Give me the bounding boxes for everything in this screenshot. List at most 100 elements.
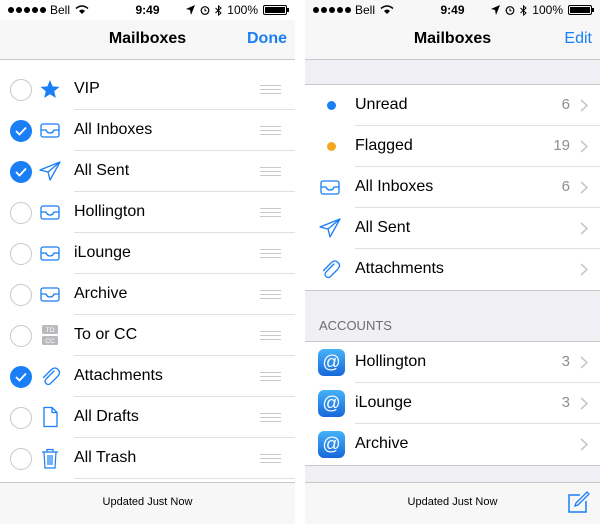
bluetooth-icon — [520, 4, 528, 16]
mailbox-edit-row-vip[interactable]: VIP — [0, 69, 295, 110]
inbox-tray-icon — [39, 201, 61, 223]
reorder-handle-icon[interactable] — [260, 454, 281, 466]
checked-circle-icon[interactable] — [10, 366, 32, 388]
nav-bar: Mailboxes Edit — [305, 20, 600, 60]
to-cc-icon: TO CC — [39, 324, 61, 346]
battery-icon — [568, 5, 594, 15]
reorder-handle-icon[interactable] — [260, 331, 281, 343]
account-row-hollington[interactable]: @ Hollington 3 — [305, 342, 600, 383]
reorder-handle-icon[interactable] — [260, 167, 281, 179]
mailbox-label: Flagged — [355, 137, 413, 154]
account-label: Hollington — [355, 353, 427, 370]
chevron-right-icon — [580, 140, 588, 153]
chevron-right-icon — [580, 222, 588, 235]
mailbox-edit-row-archive[interactable]: Archive — [0, 274, 295, 315]
svg-text:TO: TO — [46, 327, 55, 334]
mailbox-row-all-inboxes[interactable]: All Inboxes 6 — [305, 167, 600, 208]
account-label: iLounge — [355, 394, 412, 411]
bluetooth-icon — [215, 4, 223, 16]
inbox-tray-icon — [319, 176, 343, 200]
alarm-icon — [200, 6, 210, 15]
account-label: Archive — [355, 435, 409, 452]
unread-count: 6 — [561, 96, 570, 113]
inbox-tray-icon — [39, 119, 61, 141]
chevron-right-icon — [580, 99, 588, 112]
bottom-toolbar: Updated Just Now — [305, 482, 600, 524]
inbox-tray-icon — [39, 242, 61, 264]
mailbox-row-flagged[interactable]: Flagged 19 — [305, 126, 600, 167]
document-icon — [39, 406, 61, 428]
location-icon — [186, 5, 196, 15]
mailbox-label: All Inboxes — [74, 121, 153, 138]
mailbox-label: All Inboxes — [355, 178, 434, 195]
mailbox-edit-row-all-drafts[interactable]: All Drafts — [0, 397, 295, 438]
paperclip-icon — [39, 365, 61, 387]
unchecked-circle-icon[interactable] — [10, 448, 32, 470]
mailbox-edit-row-all-sent[interactable]: All Sent — [0, 151, 295, 192]
battery-percent: 100% — [532, 3, 563, 17]
reorder-handle-icon[interactable] — [260, 290, 281, 302]
reorder-handle-icon[interactable] — [260, 208, 281, 220]
mailbox-label: All Drafts — [74, 408, 139, 425]
edit-button[interactable]: Edit — [564, 30, 592, 48]
mailbox-edit-row-to-or-cc[interactable]: TO CC To or CC — [0, 315, 295, 356]
status-bar: Bell 9:49 100% — [0, 0, 295, 20]
unread-count: 19 — [553, 137, 570, 154]
mailbox-edit-row-attachments[interactable]: Attachments — [0, 356, 295, 397]
paper-plane-icon — [39, 160, 61, 182]
inbox-tray-icon — [39, 283, 61, 305]
mailbox-edit-list: VIP All Inboxes All Sent Hollington iLounge A… — [0, 69, 295, 479]
mailbox-row-unread[interactable]: Unread 6 — [305, 85, 600, 126]
reorder-handle-icon[interactable] — [260, 249, 281, 261]
mailbox-label: All Sent — [355, 219, 411, 236]
account-at-icon: @ — [318, 431, 345, 458]
mailbox-edit-row-all-trash[interactable]: All Trash — [0, 438, 295, 479]
nav-bar: Mailboxes Done — [0, 20, 295, 60]
paper-plane-icon — [319, 217, 343, 241]
mailbox-label: Attachments — [74, 367, 163, 384]
mailbox-row-all-sent[interactable]: All Sent — [305, 208, 600, 249]
unchecked-circle-icon[interactable] — [10, 284, 32, 306]
unchecked-circle-icon[interactable] — [10, 407, 32, 429]
account-at-icon: @ — [318, 390, 345, 417]
unchecked-circle-icon[interactable] — [10, 202, 32, 224]
account-row-archive[interactable]: @ Archive — [305, 424, 600, 465]
reorder-handle-icon[interactable] — [260, 372, 281, 384]
reorder-handle-icon[interactable] — [260, 126, 281, 138]
reorder-handle-icon[interactable] — [260, 413, 281, 425]
unread-count: 3 — [561, 353, 570, 370]
unchecked-circle-icon[interactable] — [10, 243, 32, 265]
unchecked-circle-icon[interactable] — [10, 325, 32, 347]
chevron-right-icon — [580, 263, 588, 276]
mailbox-edit-row-hollington[interactable]: Hollington — [0, 192, 295, 233]
mailbox-label: Attachments — [355, 260, 444, 277]
reorder-handle-icon[interactable] — [260, 85, 281, 97]
chevron-right-icon — [580, 181, 588, 194]
mailbox-group: Unread 6 Flagged 19 All Inboxes 6 All Sent Atta… — [305, 84, 600, 291]
paperclip-icon — [319, 258, 343, 282]
update-status: Updated Just Now — [407, 496, 498, 508]
chevron-right-icon — [580, 397, 588, 410]
accounts-group: @ Hollington 3 @ iLounge 3 @ Archive — [305, 341, 600, 466]
account-at-icon: @ — [318, 349, 345, 376]
done-button[interactable]: Done — [247, 30, 287, 48]
mailbox-edit-row-ilounge[interactable]: iLounge — [0, 233, 295, 274]
mailbox-label: Archive — [74, 285, 128, 302]
mailbox-label: All Trash — [74, 449, 137, 466]
divider — [295, 0, 305, 524]
alarm-icon — [505, 6, 515, 15]
checked-circle-icon[interactable] — [10, 161, 32, 183]
mailbox-row-attachments[interactable]: Attachments — [305, 249, 600, 290]
status-bar: Bell 9:49 100% — [305, 0, 600, 20]
mailboxes-edit-screen: Bell 9:49 100% Mailboxes Done VIP All Inb… — [0, 0, 295, 524]
mailbox-edit-row-all-inboxes[interactable]: All Inboxes — [0, 110, 295, 151]
svg-text:CC: CC — [45, 338, 55, 345]
battery-percent: 100% — [227, 3, 258, 17]
location-icon — [491, 5, 501, 15]
compose-icon[interactable] — [566, 491, 590, 515]
chevron-right-icon — [580, 356, 588, 369]
trash-icon — [39, 447, 61, 469]
checked-circle-icon[interactable] — [10, 120, 32, 142]
unchecked-circle-icon[interactable] — [10, 79, 32, 101]
account-row-ilounge[interactable]: @ iLounge 3 — [305, 383, 600, 424]
